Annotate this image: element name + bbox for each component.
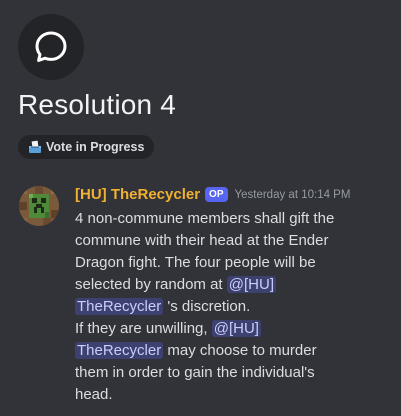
chat-bubble-icon [35, 31, 67, 62]
username[interactable]: [HU] TheRecycler [75, 186, 200, 203]
message-line: Dragon fight. The four people will be [75, 254, 316, 271]
op-badge: OP [205, 187, 228, 202]
message-line: selected by random at [75, 276, 227, 293]
status-tag-label: Vote in Progress [46, 140, 145, 154]
thread-icon-circle [18, 14, 84, 80]
message-line: If they are unwilling, [75, 320, 212, 337]
message-line: 4 non-commune members shall gift the [75, 210, 335, 227]
message-line: head. [75, 386, 113, 403]
message-line: 's discretion. [163, 298, 251, 315]
ballot-box-icon [28, 140, 42, 154]
timestamp[interactable]: Yesterday at 10:14 PM [235, 189, 351, 201]
user-mention[interactable]: TheRecycler [75, 298, 164, 315]
avatar[interactable] [19, 186, 59, 226]
message-line: them in order to gain the individual's [75, 364, 315, 381]
message-line: may choose to murder [163, 342, 317, 359]
thread-title: Resolution 4 [18, 89, 177, 120]
message-header: [HU] TheRecycler OP Yesterday at 10:14 P… [75, 186, 350, 203]
message-content: 4 non-commune members shall gift the com… [75, 208, 375, 406]
user-mention[interactable]: @[HU] [211, 320, 261, 337]
status-tag[interactable]: Vote in Progress [18, 135, 155, 159]
message-line: commune with their head at the Ender [75, 232, 329, 249]
user-mention[interactable]: TheRecycler [75, 342, 164, 359]
user-mention[interactable]: @[HU] [226, 276, 276, 293]
